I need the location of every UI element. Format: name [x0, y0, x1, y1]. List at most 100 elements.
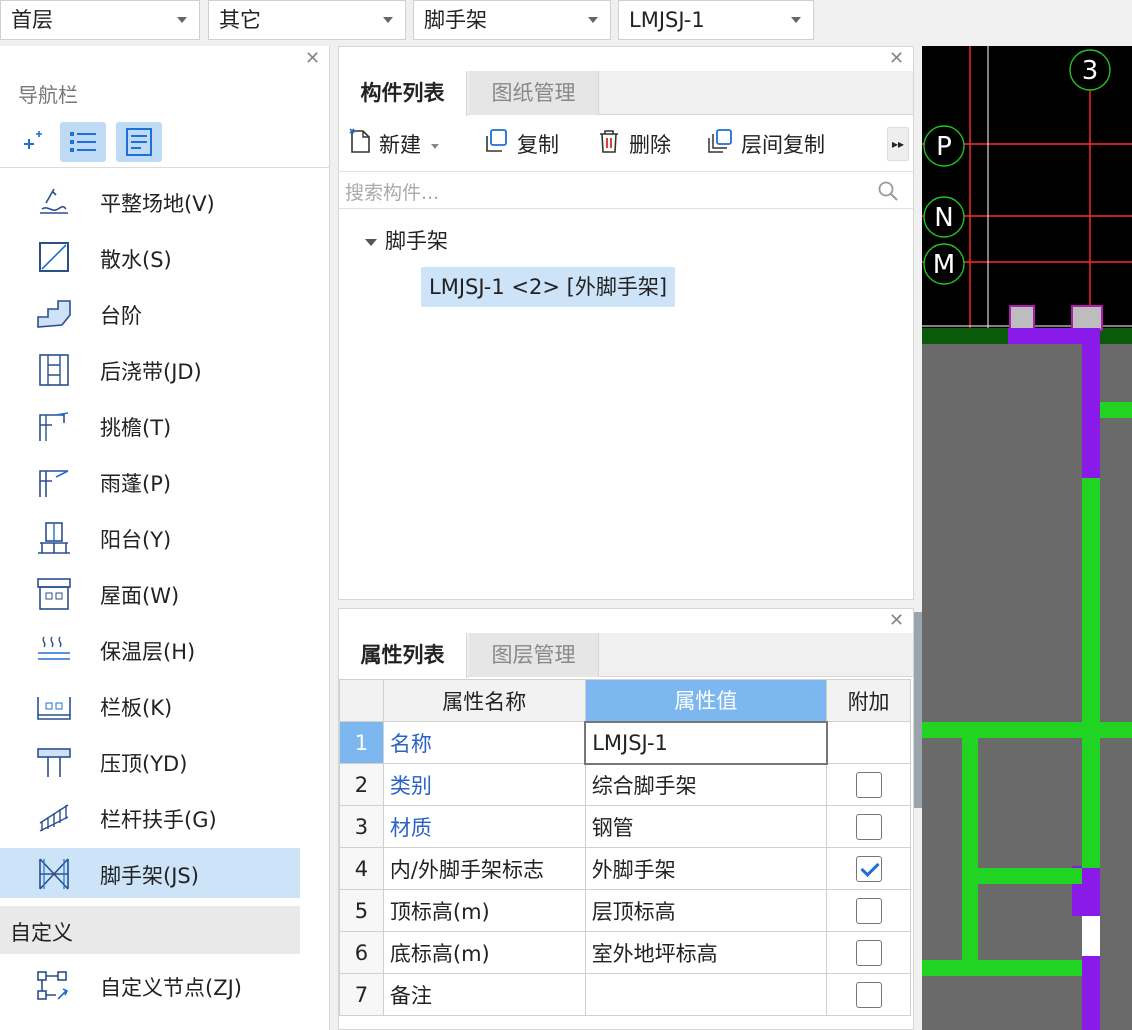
coping-icon — [34, 745, 74, 779]
property-value[interactable]: 室外地坪标高 — [584, 931, 828, 974]
floor-copy-button[interactable]: 层间复制 — [705, 127, 825, 161]
property-extra-header: 附加 — [826, 679, 911, 722]
new-dropdown-icon[interactable] — [431, 143, 439, 149]
nav-item-label: 压顶(YD) — [100, 752, 188, 776]
property-value[interactable] — [584, 973, 828, 1016]
tree-node-scaffold[interactable]: 脚手架 — [365, 225, 448, 255]
extra-cell — [826, 889, 911, 932]
nav-item-label: 栏板(K) — [100, 696, 173, 720]
close-icon[interactable]: ✕ — [889, 612, 904, 630]
extra-cell — [826, 847, 911, 890]
property-value[interactable]: LMJSJ-1 — [584, 720, 828, 765]
extra-checkbox[interactable] — [855, 939, 882, 966]
steps-icon — [34, 297, 74, 331]
component-search[interactable]: 搜索构件... — [339, 171, 913, 209]
tree-item-component[interactable]: LMJSJ-1 <2> [外脚手架] — [421, 267, 676, 307]
nav-item[interactable]: 台阶 — [0, 288, 300, 338]
new-button[interactable]: 新建 — [347, 127, 439, 161]
category-select-value: 其它 — [219, 8, 261, 32]
property-panel: ✕ 属性列表 图层管理 属性名称 属性值 附加 1 名称 LMJSJ-1 2 类别 综合脚… — [338, 608, 914, 1030]
nav-title: 导航栏 — [18, 83, 78, 107]
nav-scrollbar[interactable] — [300, 170, 329, 1030]
nav-item[interactable]: 阳台(Y) — [0, 512, 300, 562]
tab-property-list[interactable]: 属性列表 — [339, 633, 467, 678]
nav-item[interactable]: 压顶(YD) — [0, 736, 300, 786]
nav-item-label: 脚手架(JS) — [100, 864, 199, 888]
extra-cell — [826, 973, 911, 1016]
property-name: 底标高(m) — [382, 931, 586, 974]
component-type-select[interactable]: 脚手架 — [413, 0, 611, 40]
table-row[interactable]: 3 材质 钢管 — [339, 805, 911, 848]
extra-checkbox[interactable] — [855, 771, 882, 798]
table-row[interactable]: 2 类别 综合脚手架 — [339, 763, 911, 806]
extra-checkbox[interactable] — [855, 897, 882, 924]
leveling-icon — [34, 185, 74, 219]
nav-item[interactable]: 保温层(H) — [0, 624, 300, 674]
row-number: 3 — [339, 805, 384, 848]
expand-arrow-icon[interactable] — [365, 238, 377, 246]
nav-item-label: 阳台(Y) — [100, 528, 172, 552]
extra-checkbox[interactable] — [855, 855, 882, 882]
table-row[interactable]: 7 备注 — [339, 973, 911, 1016]
table-row[interactable]: 5 顶标高(m) 层顶标高 — [339, 889, 911, 932]
property-name: 备注 — [382, 973, 586, 1016]
nav-item[interactable]: 散水(S) — [0, 232, 300, 282]
search-input[interactable]: 搜索构件... — [345, 178, 439, 205]
panel-splitter[interactable] — [914, 612, 922, 808]
property-value[interactable]: 钢管 — [584, 805, 828, 848]
tab-drawing-management[interactable]: 图纸管理 — [469, 71, 599, 115]
cad-canvas[interactable]: 3 P N M — [922, 46, 1132, 1030]
row-number: 1 — [339, 721, 384, 764]
nav-item-label: 散水(S) — [100, 248, 172, 272]
property-value[interactable]: 外脚手架 — [584, 847, 828, 890]
table-row[interactable]: 1 名称 LMJSJ-1 — [339, 720, 911, 765]
component-select[interactable]: LMJSJ-1 — [618, 0, 814, 40]
property-value-header: 属性值 — [584, 679, 828, 722]
nav-item[interactable]: 屋面(W) — [0, 568, 300, 618]
nav-item[interactable]: 挑檐(T) — [0, 400, 300, 450]
close-icon[interactable]: ✕ — [889, 50, 904, 68]
property-value[interactable]: 综合脚手架 — [584, 763, 828, 806]
nav-item[interactable]: 栏杆扶手(G) — [0, 792, 300, 842]
extra-checkbox[interactable] — [855, 981, 882, 1008]
nav-item[interactable]: 脚手架(JS) — [0, 848, 300, 898]
nav-item[interactable]: 平整场地(V) — [0, 176, 300, 226]
category-select[interactable]: 其它 — [208, 0, 406, 40]
row-number: 5 — [339, 889, 384, 932]
cornice-icon — [34, 409, 74, 443]
copy-button[interactable]: 复制 — [481, 127, 559, 161]
tab-layer-management[interactable]: 图层管理 — [469, 633, 599, 677]
close-icon[interactable]: ✕ — [305, 50, 320, 68]
sparkle-add-icon[interactable] — [8, 122, 54, 162]
property-tabs: 属性列表 图层管理 — [339, 633, 913, 678]
nav-item[interactable]: 栏板(K) — [0, 680, 300, 730]
search-icon — [878, 181, 898, 201]
nav-group-custom[interactable]: 自定义 — [0, 906, 300, 954]
delete-button-label: 删除 — [629, 133, 671, 157]
table-row[interactable]: 4 内/外脚手架标志 外脚手架 — [339, 847, 911, 890]
chevron-down-icon — [791, 17, 801, 23]
component-actions: 新建 复制 删除 层间复制 ▸▸ — [339, 119, 913, 169]
balcony-icon — [34, 521, 74, 555]
extra-checkbox[interactable] — [855, 813, 882, 840]
more-actions-icon[interactable]: ▸▸ — [887, 127, 909, 161]
floor-select[interactable]: 首层 — [0, 0, 200, 40]
list-view-icon[interactable] — [60, 122, 106, 162]
parapet-icon — [34, 689, 74, 723]
tab-component-list[interactable]: 构件列表 — [339, 71, 467, 116]
floor-select-value: 首层 — [11, 8, 53, 32]
extra-cell — [826, 931, 911, 974]
nav-item-custom-node[interactable]: 自定义节点(ZJ) — [0, 960, 300, 1010]
chevron-down-icon — [588, 17, 598, 23]
axis-label-n: N — [934, 203, 953, 233]
table-row[interactable]: 6 底标高(m) 室外地坪标高 — [339, 931, 911, 974]
apron-icon — [34, 241, 74, 275]
row-number-header — [339, 679, 384, 722]
scaffold-icon — [34, 857, 74, 891]
nav-item[interactable]: 雨蓬(P) — [0, 456, 300, 506]
canopy-icon — [34, 465, 74, 499]
delete-button[interactable]: 删除 — [595, 127, 671, 161]
detail-view-icon[interactable] — [116, 122, 162, 162]
property-value[interactable]: 层顶标高 — [584, 889, 828, 932]
nav-item[interactable]: 后浇带(JD) — [0, 344, 300, 394]
